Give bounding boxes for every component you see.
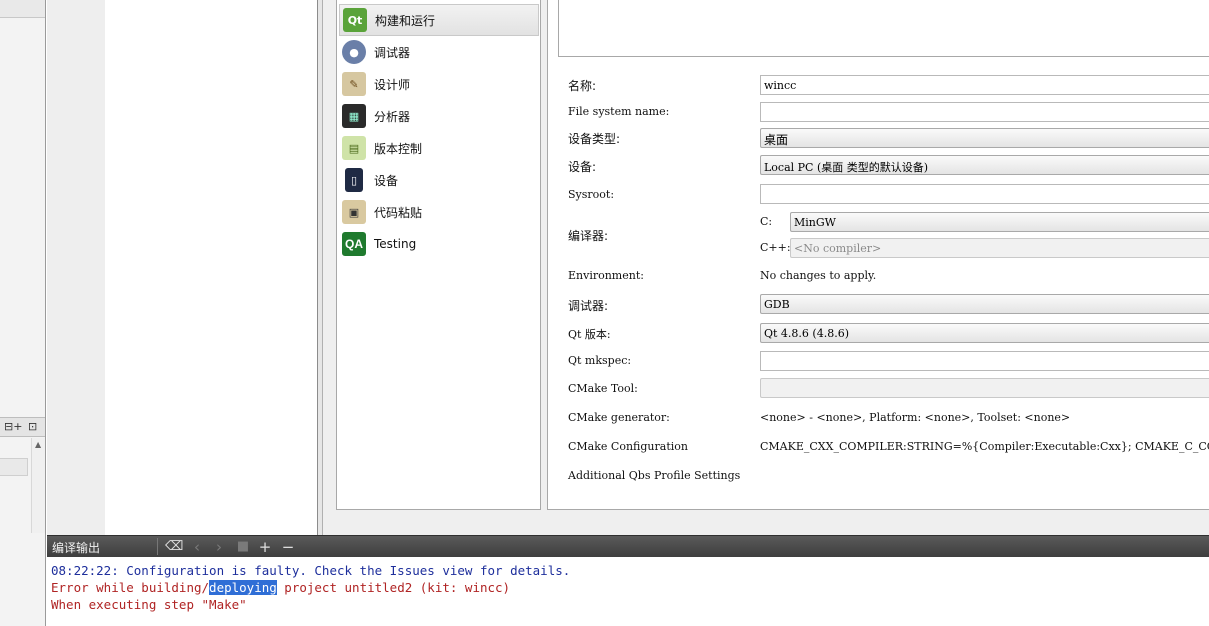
qt-version-combo[interactable]: Qt 4.8.6 (4.8.6)	[760, 323, 1209, 343]
output-line-info: 08:22:22: Configuration is faulty. Check…	[51, 563, 571, 578]
qbs-settings-label: Additional Qbs Profile Settings	[568, 469, 741, 482]
output-selected-text[interactable]: deploying	[209, 580, 277, 595]
sidebar-scrollbar[interactable]: ▲	[31, 438, 45, 533]
output-error-suffix: project untitled2 (kit: wincc)	[276, 580, 511, 595]
qt-version-label: Qt 版本:	[568, 328, 611, 341]
cmake-tool-combo[interactable]	[760, 378, 1209, 398]
fs-name-field[interactable]	[760, 102, 1209, 122]
category-list: Qt 构建和运行 ● 调试器 ✎ 设计师 ▦ 分析器 ▤ 版本控制 ▯ 设备 ▣…	[336, 0, 541, 510]
debugger-bug-icon: ●	[342, 40, 366, 64]
cmake-generator-value[interactable]: <none> - <none>, Platform: <none>, Tools…	[760, 411, 1070, 424]
split-add-icon[interactable]: ⊟+	[4, 420, 22, 433]
editor-area[interactable]	[105, 0, 317, 535]
device-label: 设备:	[568, 160, 597, 174]
version-control-icon: ▤	[342, 136, 366, 160]
cmake-config-value[interactable]: CMAKE_CXX_COMPILER:STRING=%{Compiler:Exe…	[760, 440, 1209, 453]
category-code-paste[interactable]: ▣ 代码粘贴	[339, 196, 539, 228]
fs-name-label: File system name:	[568, 105, 670, 118]
category-devices[interactable]: ▯ 设备	[339, 164, 539, 196]
environment-label: Environment:	[568, 269, 644, 282]
previous-icon[interactable]: ‹	[188, 537, 206, 557]
name-label: 名称:	[568, 79, 597, 93]
category-label: 调试器	[374, 45, 411, 60]
category-testing[interactable]: QA Testing	[339, 228, 539, 260]
cmake-generator-label: CMake generator:	[568, 411, 670, 424]
clear-output-icon[interactable]: ⌫	[165, 537, 183, 557]
left-sidebar-strip: ⊟+ ⊡ ▲	[0, 0, 46, 626]
output-line-error: Error while building/deploying project u…	[51, 580, 510, 595]
category-build-run[interactable]: Qt 构建和运行	[339, 4, 539, 36]
kit-list[interactable]	[558, 0, 1209, 57]
collapse-icon[interactable]: ⊡	[28, 420, 37, 433]
category-label: 版本控制	[374, 141, 423, 156]
debugger-combo[interactable]: GDB	[760, 294, 1209, 314]
compile-output-header: 编译输出 ⌫ ‹ › ■ + −	[47, 535, 1209, 557]
environment-value[interactable]: No changes to apply.	[760, 269, 876, 282]
cmake-config-label: CMake Configuration	[568, 440, 688, 453]
kit-settings-panel: 名称: wincc File system name: 设备类型: 桌面 设备:…	[547, 0, 1209, 510]
zoom-out-icon[interactable]: −	[279, 537, 297, 557]
code-paste-icon: ▣	[342, 200, 366, 224]
sidebar-top-box[interactable]	[0, 0, 45, 18]
compiler-label: 编译器:	[568, 229, 609, 243]
name-field[interactable]: wincc	[760, 75, 1209, 95]
debugger-label: 调试器:	[568, 299, 609, 313]
category-debugger[interactable]: ● 调试器	[339, 36, 539, 68]
category-label: 设备	[374, 173, 399, 188]
category-analyzer[interactable]: ▦ 分析器	[339, 100, 539, 132]
output-line-step: When executing step "Make"	[51, 597, 247, 612]
sidebar-toolbar: ⊟+ ⊡	[0, 417, 45, 437]
stop-icon[interactable]: ■	[234, 537, 252, 557]
device-combo[interactable]: Local PC (桌面 类型的默认设备)	[760, 155, 1209, 175]
qt-build-run-icon: Qt	[343, 8, 367, 32]
zoom-in-icon[interactable]: +	[256, 537, 274, 557]
category-label: 设计师	[374, 77, 411, 92]
category-designer[interactable]: ✎ 设计师	[339, 68, 539, 100]
compiler-cpp-combo[interactable]: <No compiler>	[790, 238, 1209, 258]
designer-pencil-icon: ✎	[342, 72, 366, 96]
scroll-up-icon[interactable]: ▲	[35, 440, 41, 449]
category-version-control[interactable]: ▤ 版本控制	[339, 132, 539, 164]
next-icon[interactable]: ›	[210, 537, 228, 557]
device-type-label: 设备类型:	[568, 132, 621, 146]
header-divider	[157, 538, 158, 555]
device-type-combo[interactable]: 桌面	[760, 128, 1209, 148]
sysroot-field[interactable]	[760, 184, 1209, 204]
mkspec-field[interactable]	[760, 351, 1209, 371]
category-label: 构建和运行	[375, 13, 436, 28]
analyzer-icon: ▦	[342, 104, 366, 128]
category-label: 分析器	[374, 109, 411, 124]
mkspec-label: Qt mkspec:	[568, 354, 632, 367]
category-label: 代码粘贴	[374, 205, 423, 220]
device-phone-icon: ▯	[345, 168, 363, 192]
compiler-c-combo[interactable]: MinGW	[790, 212, 1209, 232]
compiler-cpp-label: C++:	[760, 241, 791, 254]
cmake-tool-label: CMake Tool:	[568, 382, 638, 395]
compile-output-title: 编译输出	[52, 541, 101, 555]
qa-testing-icon: QA	[342, 232, 366, 256]
sidebar-lower-box[interactable]	[0, 458, 28, 476]
sysroot-label: Sysroot:	[568, 188, 615, 201]
editor-gutter	[47, 0, 105, 535]
output-error-prefix: Error while building/	[51, 580, 210, 595]
compiler-c-label: C:	[760, 215, 773, 228]
compile-output-text[interactable]: 08:22:22: Configuration is faulty. Check…	[47, 557, 1209, 626]
category-label: Testing	[374, 237, 417, 251]
